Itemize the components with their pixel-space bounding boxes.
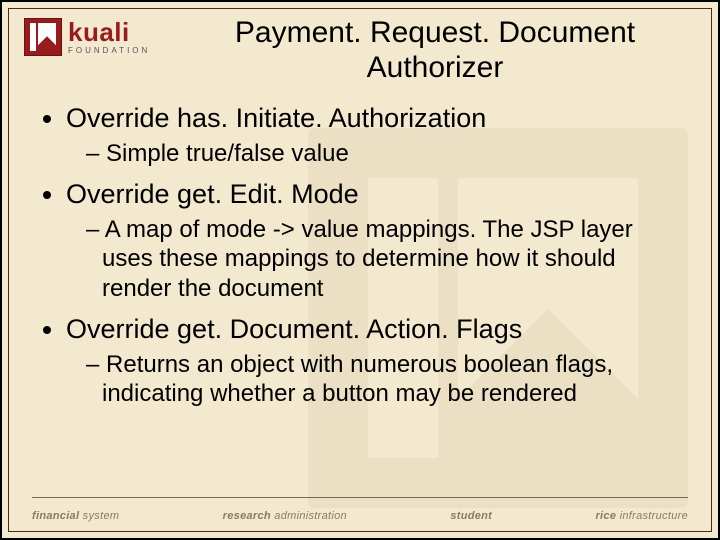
footer-rice: rice infrastructure <box>595 510 688 522</box>
logo-k-icon <box>24 18 62 56</box>
logo-subtitle: FOUNDATION <box>68 47 150 55</box>
bullet-2: Override get. Edit. Mode A map of mode -… <box>66 178 688 303</box>
bullet-1: Override has. Initiate. Authorization Si… <box>66 102 688 168</box>
footer: financial system research administration… <box>32 510 688 522</box>
footer-financial: financial system <box>32 510 119 522</box>
title-line-1: Payment. Request. Document <box>235 16 635 49</box>
bullet-2-text: Override get. Edit. Mode <box>66 179 359 209</box>
bullet-3: Override get. Document. Action. Flags Re… <box>66 313 688 408</box>
title-line-2: Authorizer <box>367 51 504 84</box>
logo-word: kuali <box>68 19 150 45</box>
bullet-2-sub: A map of mode -> value mappings. The JSP… <box>66 215 688 303</box>
footer-research: research administration <box>223 510 347 522</box>
bullet-3-sub-1: Returns an object with numerous boolean … <box>86 350 688 409</box>
bullet-3-sub: Returns an object with numerous boolean … <box>66 350 688 409</box>
footer-divider <box>32 497 688 498</box>
bullet-3-text: Override get. Document. Action. Flags <box>66 314 522 344</box>
bullet-2-sub-1: A map of mode -> value mappings. The JSP… <box>86 215 688 303</box>
kuali-logo: kuali FOUNDATION <box>24 18 150 56</box>
bullet-1-sub-1: Simple true/false value <box>86 139 688 168</box>
footer-student: student <box>450 510 492 522</box>
bullet-1-sub: Simple true/false value <box>66 139 688 168</box>
slide: kuali FOUNDATION Payment. Request. Docum… <box>0 0 720 540</box>
bullet-list: Override has. Initiate. Authorization Si… <box>32 102 688 408</box>
slide-title: Payment. Request. Document Authorizer <box>192 16 678 85</box>
logo-text: kuali FOUNDATION <box>68 19 150 55</box>
slide-body: Override has. Initiate. Authorization Si… <box>32 102 688 418</box>
bullet-1-text: Override has. Initiate. Authorization <box>66 103 486 133</box>
